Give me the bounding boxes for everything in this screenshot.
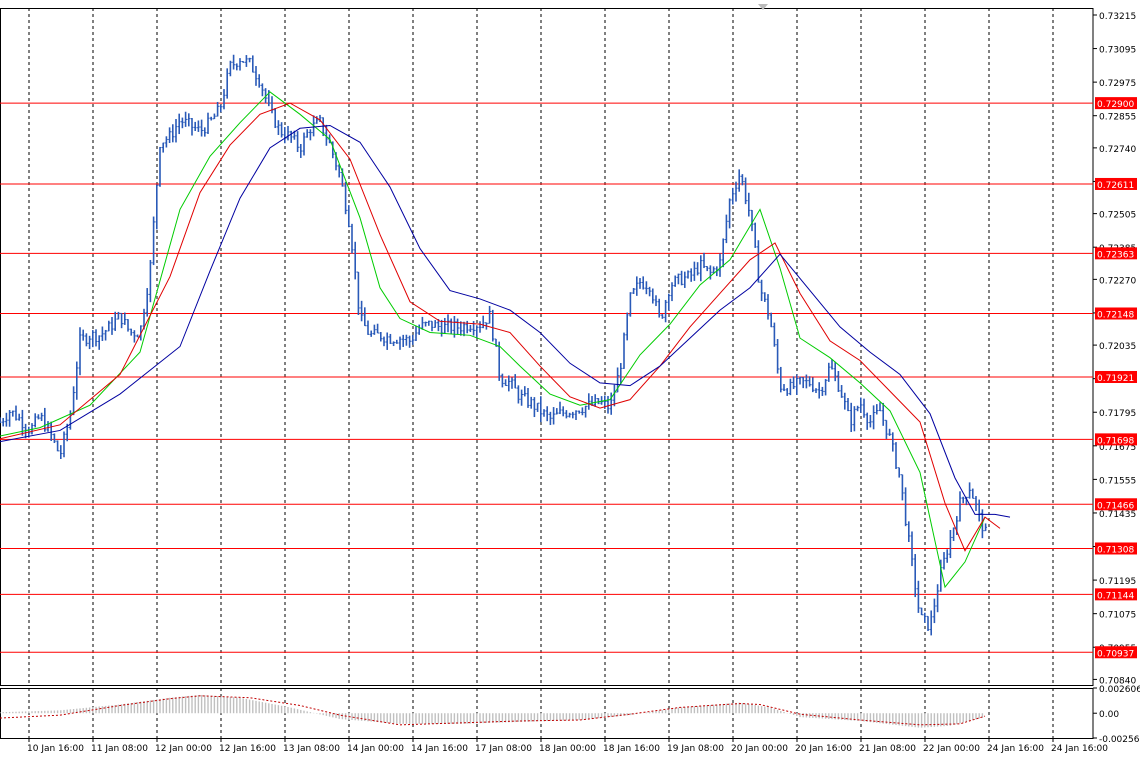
price-level-label: 0.72363	[1097, 250, 1134, 260]
y-tick-label: 0.72035	[1099, 342, 1136, 352]
x-tick-label: 14 Jan 00:00	[347, 744, 404, 754]
x-tick-label: 24 Jan 16:00	[987, 744, 1044, 754]
x-tick-label: 10 Jan 16:00	[27, 744, 84, 754]
y-tick-label: 0.72740	[1099, 145, 1136, 155]
y-tick-label: 0.71195	[1099, 577, 1136, 587]
x-tick-label: 11 Jan 08:00	[91, 744, 148, 754]
price-level-label: 0.71144	[1097, 591, 1134, 601]
x-tick-label: 18 Jan 00:00	[539, 744, 596, 754]
y-tick-label: 0.73095	[1099, 46, 1136, 56]
y-tick-label: 0.72270	[1099, 276, 1136, 286]
x-tick-label: 20 Jan 00:00	[731, 744, 788, 754]
y-tick-label: 0.71075	[1099, 611, 1136, 621]
y-tick-label: 0.71795	[1099, 409, 1136, 419]
y-tick-label: 0.71555	[1099, 476, 1136, 486]
x-tick-label: 18 Jan 16:00	[603, 744, 660, 754]
x-tick-label: 24 Jan 16:00	[1051, 744, 1108, 754]
y-tick-label: 0.73215	[1099, 12, 1136, 22]
osc-tick-label: 0.00	[1099, 710, 1119, 720]
x-tick-label: 20 Jan 16:00	[795, 744, 852, 754]
osc-tick-label: -0.00256	[1099, 735, 1140, 745]
x-tick-label: 14 Jan 16:00	[411, 744, 468, 754]
price-level-label: 0.72148	[1097, 310, 1134, 320]
price-level-label: 0.71308	[1097, 545, 1134, 555]
x-tick-label: 12 Jan 00:00	[155, 744, 212, 754]
forex-chart-window[interactable]: 0.73215 0.73095 0.72975 0.72855 0.72740 0.726…	[0, 0, 1140, 757]
chart-canvas[interactable]: 0.73215 0.73095 0.72975 0.72855 0.72740 0.726…	[0, 0, 1140, 757]
price-level-label: 0.71921	[1097, 374, 1134, 384]
price-level-label: 0.72611	[1097, 181, 1134, 191]
price-axis: 0.73215 0.73095 0.72975 0.72855 0.72740 0.726…	[1093, 12, 1136, 686]
x-tick-label: 19 Jan 08:00	[667, 744, 724, 754]
y-tick-label: 0.72505	[1099, 211, 1136, 221]
x-tick-label: 17 Jan 08:00	[475, 744, 532, 754]
y-tick-label: 0.72855	[1099, 113, 1136, 123]
price-level-label: 0.72900	[1097, 100, 1134, 110]
x-tick-label: 21 Jan 08:00	[859, 744, 916, 754]
x-tick-label: 12 Jan 16:00	[219, 744, 276, 754]
price-level-label: 0.71466	[1097, 501, 1134, 511]
x-tick-label: 22 Jan 00:00	[923, 744, 980, 754]
y-tick-label: 0.72975	[1099, 79, 1136, 89]
osc-tick-label: 0.002606	[1099, 685, 1140, 695]
x-tick-label: 13 Jan 08:00	[283, 744, 340, 754]
price-level-label: 0.71698	[1097, 436, 1134, 446]
price-level-label: 0.70937	[1097, 649, 1134, 659]
y-tick-label: 0.71435	[1099, 510, 1136, 520]
